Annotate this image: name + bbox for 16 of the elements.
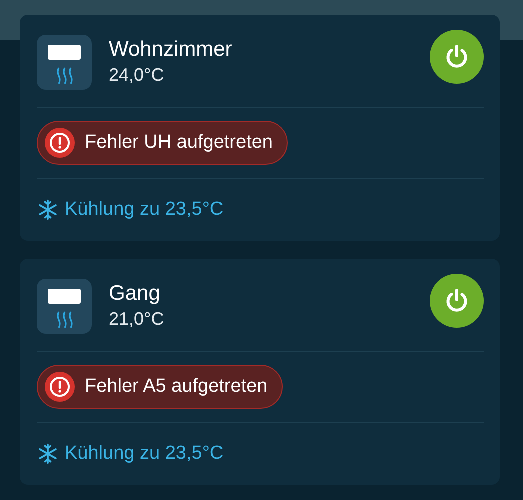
error-message: Fehler UH aufgetreten [85,132,273,154]
alert-icon [45,372,75,402]
device-name: Gang [109,281,162,307]
air-conditioner-icon [37,34,92,90]
air-conditioner-icon [37,278,92,334]
current-temperature: 21,0°C [109,308,166,331]
snowflake-icon [37,443,59,465]
alert-icon [45,128,75,158]
power-button[interactable] [430,30,484,84]
snowflake-icon [37,199,59,221]
error-message: Fehler A5 aufgetreten [85,376,268,398]
cooling-status: Kühlung zu 23,5°C [65,443,224,465]
power-button[interactable] [430,274,484,328]
current-temperature: 24,0°C [109,64,166,87]
cooling-status: Kühlung zu 23,5°C [65,199,224,221]
device-name: Wohnzimmer [109,37,234,63]
